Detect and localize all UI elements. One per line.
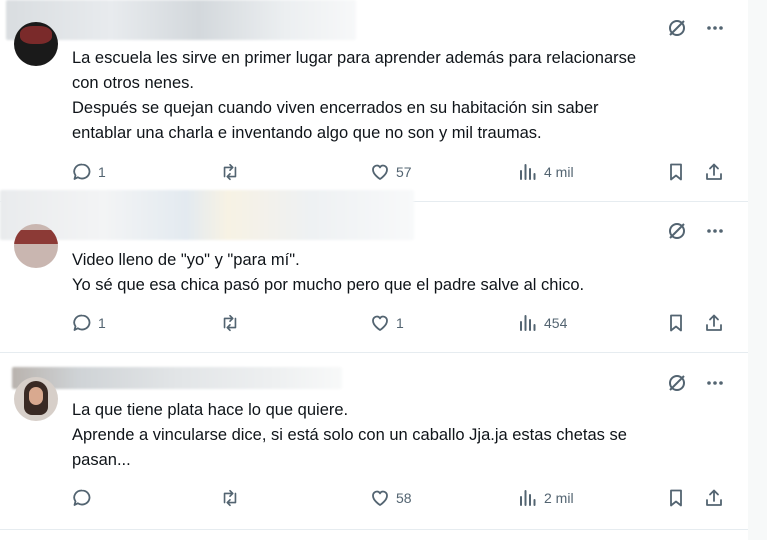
reply-icon: [73, 489, 91, 506]
bookmark-button[interactable]: [666, 488, 686, 508]
repost-button[interactable]: [220, 313, 246, 333]
like-count: 58: [396, 490, 412, 506]
post-text: La escuela les sirve en primer lugar par…: [72, 49, 637, 142]
blurred-user-header: [6, 0, 356, 40]
share-button[interactable]: [704, 162, 724, 182]
views-icon: [520, 490, 536, 506]
post-top-actions: [666, 220, 726, 242]
reply-button[interactable]: [72, 488, 98, 508]
reply-icon: [73, 163, 91, 180]
page-gutter: [748, 0, 767, 540]
reply-count: 1: [98, 315, 106, 331]
like-button[interactable]: 57: [370, 162, 412, 182]
post-actions: 58 2 mil: [72, 488, 732, 512]
share-icon: [706, 489, 722, 506]
repost-button[interactable]: [220, 162, 246, 182]
avatar[interactable]: [14, 377, 58, 421]
post-actions: 1 57 4 mil: [72, 162, 732, 186]
eye-slash-icon[interactable]: [666, 372, 688, 394]
share-icon: [706, 163, 722, 180]
blurred-user-header: [12, 367, 342, 389]
reply-icon: [73, 314, 91, 331]
blurred-user-header: [0, 190, 414, 240]
views-count: 454: [544, 315, 568, 331]
post-top-actions: [666, 17, 726, 39]
post-2: Video lleno de "yo" y "para mí". Yo sé q…: [0, 190, 748, 350]
share-button[interactable]: [704, 488, 724, 508]
views-icon: [520, 315, 536, 331]
post-3: La que tiene plata hace lo que quiere. A…: [0, 353, 748, 529]
post-1: La escuela les sirve en primer lugar par…: [0, 0, 748, 200]
repost-button[interactable]: [220, 488, 246, 508]
like-button[interactable]: 1: [370, 313, 404, 333]
more-icon[interactable]: [704, 372, 726, 394]
reply-button[interactable]: 1: [72, 162, 106, 182]
avatar[interactable]: [14, 224, 58, 268]
eye-slash-icon[interactable]: [666, 17, 688, 39]
post-actions: 1 1 454: [72, 313, 732, 337]
post-top-actions: [666, 372, 726, 394]
views-button[interactable]: 4 mil: [518, 162, 574, 182]
reply-count: 1: [98, 164, 106, 180]
bookmark-button[interactable]: [666, 313, 686, 333]
avatar[interactable]: [14, 22, 58, 66]
post-text: Video lleno de "yo" y "para mí". Yo sé q…: [72, 251, 585, 294]
repost-icon: [223, 314, 237, 332]
bookmark-icon: [670, 489, 682, 507]
heart-icon: [372, 490, 388, 506]
more-icon[interactable]: [704, 220, 726, 242]
post-divider: [0, 529, 748, 530]
like-count: 57: [396, 164, 412, 180]
views-icon: [520, 164, 536, 180]
like-button[interactable]: 58: [370, 488, 412, 508]
repost-icon: [223, 489, 237, 507]
like-count: 1: [396, 315, 404, 331]
reply-button[interactable]: 1: [72, 313, 106, 333]
repost-icon: [223, 163, 237, 181]
eye-slash-icon[interactable]: [666, 220, 688, 242]
share-icon: [706, 314, 722, 331]
share-button[interactable]: [704, 313, 724, 333]
bookmark-icon: [670, 314, 682, 332]
bookmark-button[interactable]: [666, 162, 686, 182]
views-count: 2 mil: [544, 490, 574, 506]
heart-icon: [372, 164, 388, 180]
views-count: 4 mil: [544, 164, 574, 180]
post-text: La que tiene plata hace lo que quiere. A…: [72, 401, 627, 469]
more-icon[interactable]: [704, 17, 726, 39]
views-button[interactable]: 454: [518, 313, 567, 333]
heart-icon: [372, 315, 388, 331]
views-button[interactable]: 2 mil: [518, 488, 574, 508]
bookmark-icon: [670, 163, 682, 181]
